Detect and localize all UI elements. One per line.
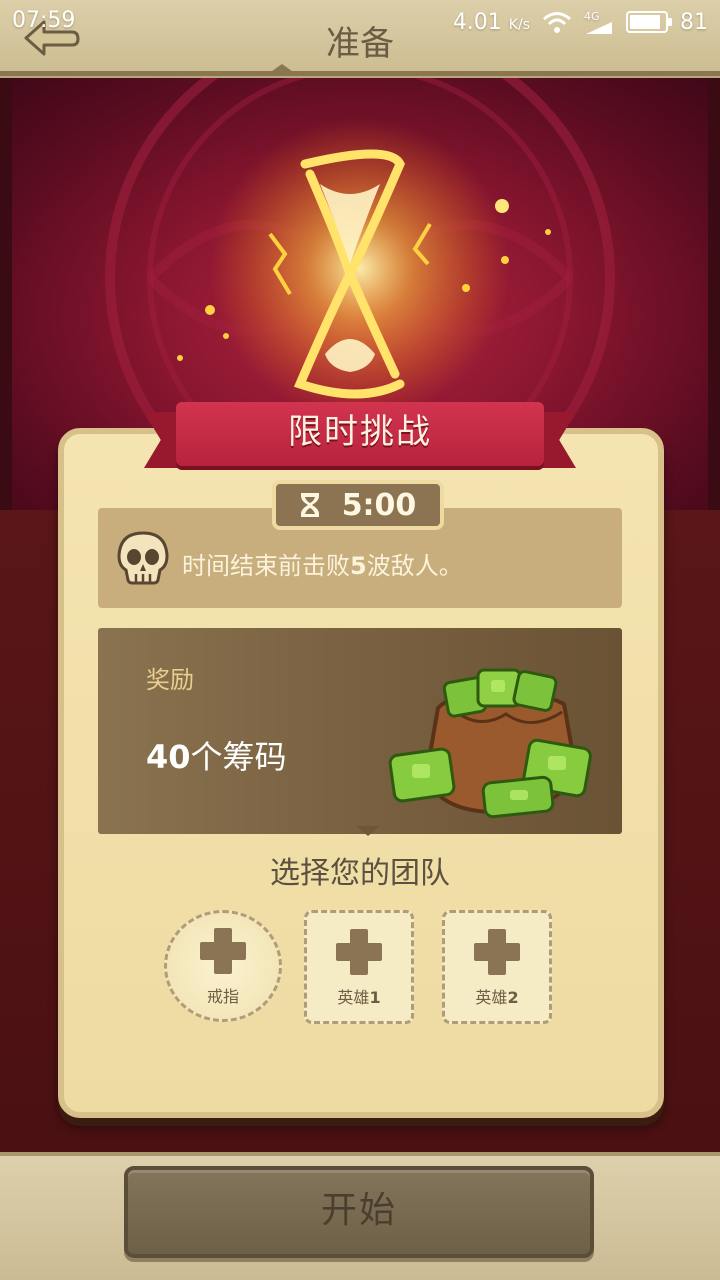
ring-slot-label: 戒指 bbox=[206, 987, 239, 1006]
panel-notch bbox=[356, 826, 380, 836]
reward-label: 奖励 bbox=[146, 666, 194, 694]
hero-side-left bbox=[0, 78, 12, 510]
plus-icon bbox=[200, 928, 246, 974]
hero-slot-1-label: 英雄1 bbox=[337, 988, 381, 1007]
skull-icon bbox=[117, 531, 169, 585]
start-button-label: 开始 bbox=[320, 1190, 397, 1231]
network-speed: 4.01 K/s bbox=[452, 9, 530, 35]
hero-slot-2[interactable]: 英雄2 bbox=[442, 910, 552, 1024]
signal-icon: 4G bbox=[584, 11, 614, 34]
battery-icon bbox=[626, 11, 672, 33]
timer-badge: 5:00 bbox=[272, 480, 444, 530]
ring-slot[interactable]: 戒指 bbox=[164, 910, 282, 1022]
challenge-banner: 限时挑战 bbox=[176, 402, 544, 466]
hero-slot-1[interactable]: 英雄1 bbox=[304, 910, 414, 1024]
battery-level: 81 bbox=[680, 9, 708, 35]
wifi-icon bbox=[543, 12, 571, 33]
timer-value: 5:00 bbox=[341, 487, 417, 523]
status-time: 07:59 bbox=[12, 8, 76, 33]
team-title: 选择您的团队 bbox=[270, 856, 450, 891]
hourglass-small-icon bbox=[300, 493, 319, 517]
objective-text: 时间结束前击败5波敌人。 bbox=[182, 552, 463, 580]
reward-value: 40个筹码 bbox=[146, 738, 287, 776]
challenge-title: 限时挑战 bbox=[288, 412, 432, 452]
status-icons: 4.01 K/s 4G 81 bbox=[453, 8, 708, 36]
hero-side-right bbox=[708, 78, 720, 510]
hero-slot-2-label: 英雄2 bbox=[475, 988, 519, 1007]
chip-sack-icon bbox=[388, 668, 592, 819]
plus-icon bbox=[474, 929, 520, 975]
start-button[interactable]: 开始 bbox=[124, 1166, 594, 1258]
plus-icon bbox=[336, 929, 382, 975]
